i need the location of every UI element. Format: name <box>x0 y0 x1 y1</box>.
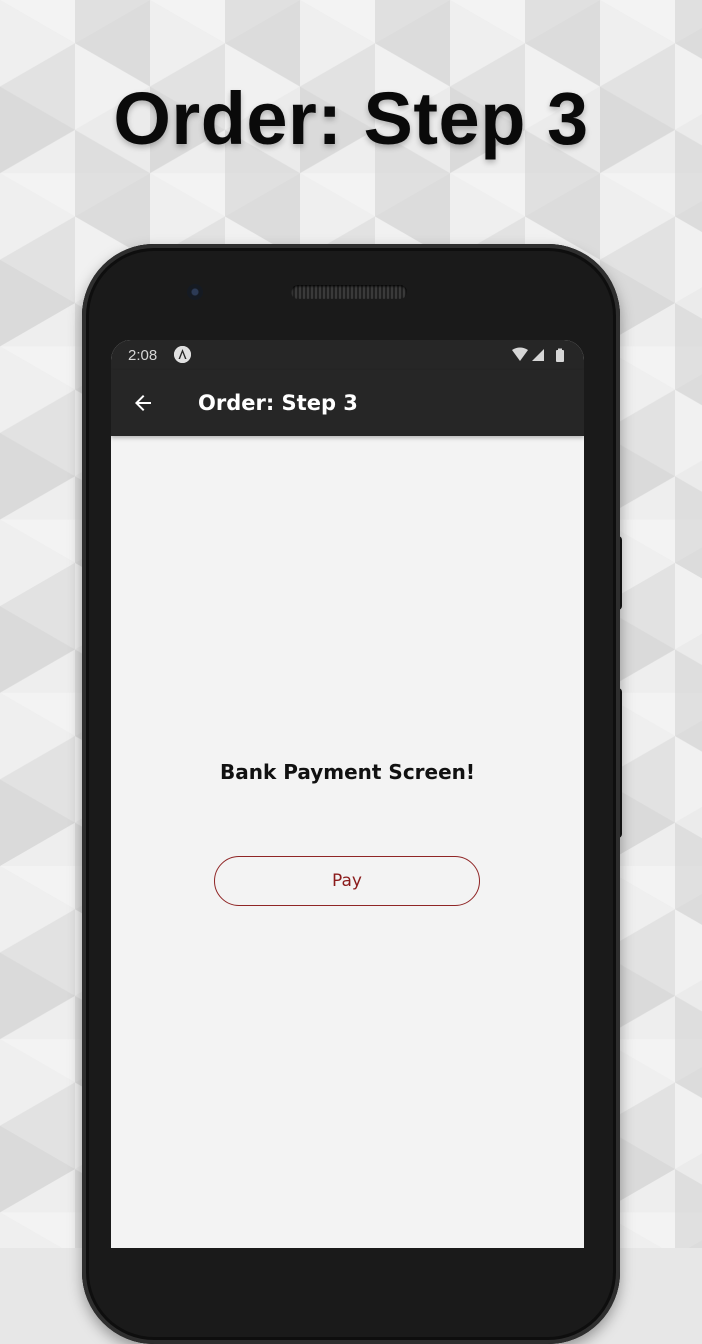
content-title: Bank Payment Screen! <box>219 760 476 784</box>
status-icons <box>510 347 570 363</box>
arrow-left-icon <box>135 395 151 411</box>
phone-screen: 2:08 Order: Step 3 Bank Payment Screen! … <box>111 340 584 1248</box>
pay-button[interactable]: Pay <box>214 856 480 906</box>
front-camera <box>187 284 203 300</box>
app-bar: Order: Step 3 <box>111 370 584 436</box>
wifi-icon <box>512 347 528 361</box>
page-headline: Order: Step 3 <box>113 77 589 160</box>
battery-icon <box>556 348 564 362</box>
status-time: 2:08 <box>128 347 158 364</box>
status-bar: 2:08 <box>111 340 584 370</box>
app-bar-title: Order: Step 3 <box>198 391 358 415</box>
cell-signal-icon <box>532 349 544 361</box>
earpiece-speaker <box>291 285 407 299</box>
back-button[interactable] <box>123 383 163 423</box>
angular-logo-icon <box>174 346 191 363</box>
